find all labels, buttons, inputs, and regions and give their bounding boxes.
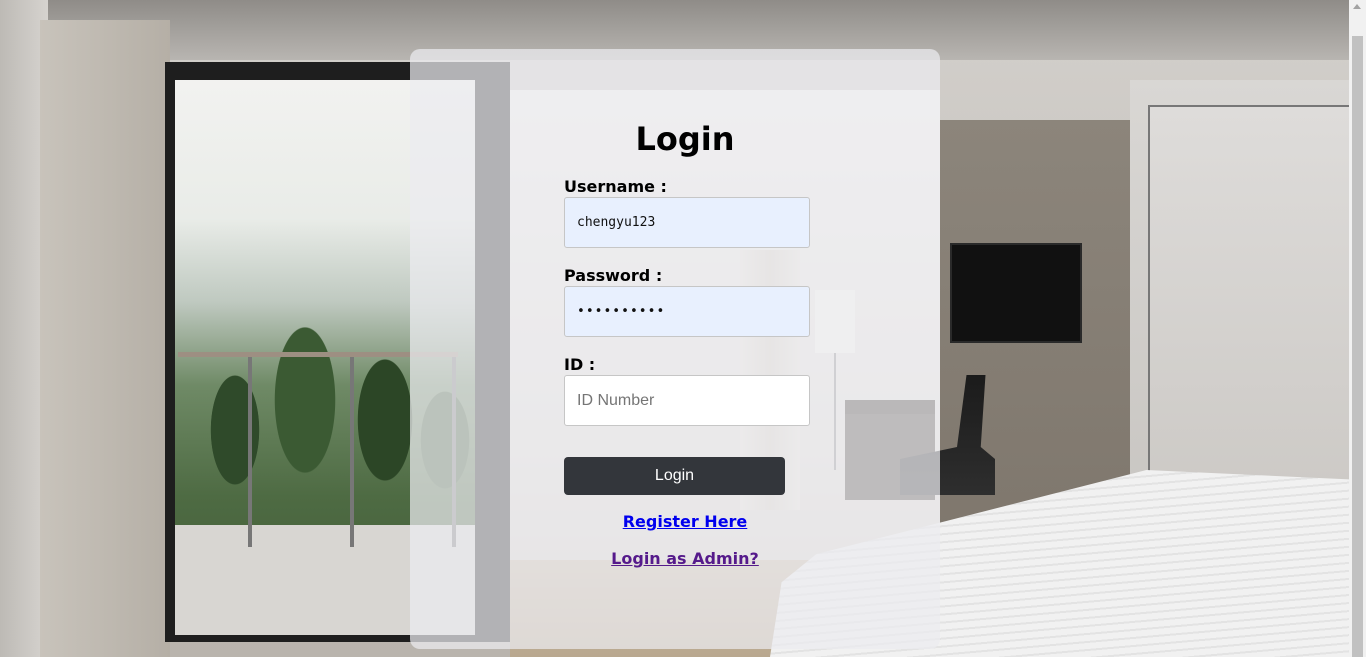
bg-television [950,243,1082,343]
password-label: Password : [564,266,663,285]
id-label: ID : [564,355,596,374]
password-input[interactable] [564,286,810,337]
login-page: Login Username : Password : ID : Login R… [0,0,1366,657]
register-link[interactable]: Register Here [410,512,940,531]
bg-rail-post [248,357,252,547]
login-button[interactable]: Login [564,457,785,495]
id-number-input[interactable] [564,375,810,426]
page-title: Login [635,120,735,158]
scrollbar-thumb[interactable] [1352,36,1363,657]
vertical-scrollbar[interactable] [1349,0,1366,657]
login-card: Login Username : Password : ID : Login R… [410,49,940,649]
bg-rail-post [350,357,354,547]
username-input[interactable] [564,197,810,248]
bg-left-panel [40,20,170,657]
admin-login-link[interactable]: Login as Admin? [410,549,940,568]
bg-door [1148,105,1349,527]
username-label: Username : [564,177,667,196]
chevron-up-icon[interactable] [1353,4,1361,9]
